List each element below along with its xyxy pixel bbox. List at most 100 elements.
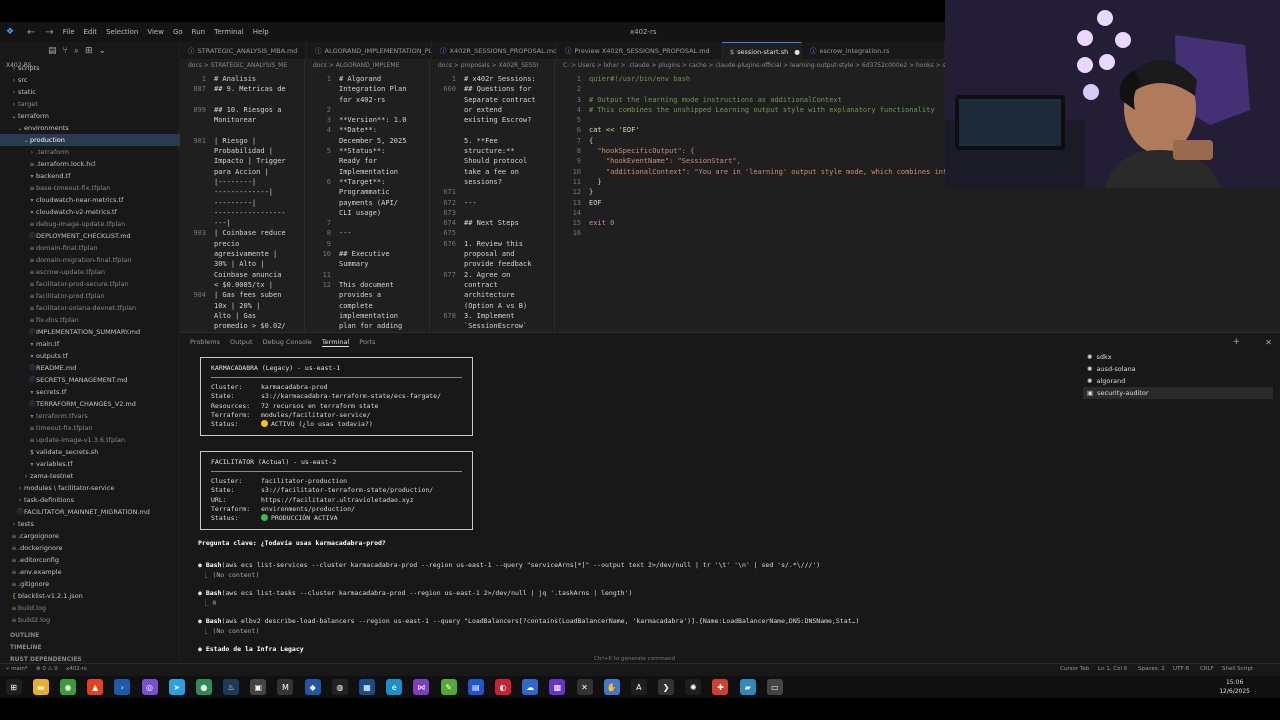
tree-item[interactable]: ≡escrow-update.tfplan [0,266,180,278]
tree-item[interactable]: {blacklist-v1.2.1.json [0,590,180,602]
terminal-instance[interactable]: ▣ security-auditor [1083,387,1273,399]
menu-go[interactable]: Go [173,28,183,36]
tree-item[interactable]: ≡timeout-fix.tfplan [0,422,180,434]
breadcrumb[interactable]: docs > STRATEGIC_ANALYSIS_ME [180,60,304,72]
tree-item[interactable]: ≡domain-migration-final.tfplan [0,254,180,266]
tree-item[interactable]: ▾ secrets.tf [0,386,180,398]
app-green-icon[interactable]: ◉ [59,679,76,695]
tab-problems[interactable]: Problems [190,338,220,346]
tree-item[interactable]: ≡facilitator-prod-secure.tfplan [0,278,180,290]
terminal-icon[interactable]: › [114,679,131,695]
tree-item[interactable]: ⌄production [0,134,180,146]
tree-item[interactable]: › scripts [0,62,180,74]
menu-run[interactable]: Run [192,28,205,36]
tree-item[interactable]: ⓘREADME.md [0,362,180,374]
tree-item[interactable]: › task-definitions [0,494,180,506]
tree-item[interactable]: ≡debug-image-update.tfplan [0,218,180,230]
tab-terminal[interactable]: Terminal [321,338,350,347]
app-dark-icon[interactable]: ▦ [359,679,376,695]
menu-terminal[interactable]: Terminal [214,28,244,36]
menu-edit[interactable]: Edit [84,28,98,36]
tree-item[interactable]: ⌄environments [0,122,180,134]
editor-tab[interactable]: ⓘ STRATEGIC_ANALYSIS_MBA.md [180,42,307,60]
unsaved-dot-icon[interactable]: ● [794,48,800,56]
terminal-output[interactable]: KARMACADABRA (Legacy) - us-east-1 Cluste… [180,351,1080,667]
editor-pane-algorand[interactable]: docs > ALGORAND_IMPLEME 1 # Algorand Integr… [305,60,430,332]
breadcrumb[interactable]: C: > Users > lxhxr > .claude > plugins >… [555,60,945,72]
editor-tab[interactable]: ⓘ escrow_integration.rs [802,42,945,60]
chrome-icon[interactable]: ● [195,679,212,695]
breadcrumb[interactable]: docs > ALGORAND_IMPLEME [305,60,429,72]
section-outline[interactable]: OUTLINE [0,630,180,642]
app-blue-icon[interactable]: ◆ [304,679,321,695]
section-timeline[interactable]: TIMELINE [0,642,180,654]
cursor-tab-status[interactable]: Cursor Tab [1060,666,1089,672]
obs-icon[interactable]: ◍ [331,679,348,695]
terminal-instance[interactable]: ✺ ausd-solana [1083,363,1273,375]
tree-item[interactable]: ≡.gitignore [0,578,180,590]
app-a-icon[interactable]: A [630,679,647,695]
tree-item[interactable]: ▾ cloudwatch-v2-metrics.tf [0,206,180,218]
tree-item[interactable]: ▾ main.tf [0,338,180,350]
source-control-icon[interactable]: ⑂ [63,46,68,56]
tree-item[interactable]: › tests [0,518,180,530]
breadcrumb[interactable]: docs > proposals > X402R_SESSI [430,60,554,72]
tree-item[interactable]: › modules \ facilitator-service [0,482,180,494]
tree-item[interactable]: ▾ terraform.tfvars [0,410,180,422]
editor-pane-sessions[interactable]: docs > proposals > X402R_SESSI 1 # x402r S… [430,60,555,332]
tab-output[interactable]: Output [230,338,253,346]
tree-item[interactable]: ▾ outputs.tf [0,350,180,362]
browser-icon[interactable]: ◎ [141,679,158,695]
terminal-instance[interactable]: ✺ sdkx [1083,351,1273,363]
tree-item[interactable]: ≡build2.log [0,614,180,626]
tree-item[interactable]: › target [0,98,180,110]
app-pen-icon[interactable]: ✎ [440,679,457,695]
tree-item[interactable]: ≡domain-final.tfplan [0,242,180,254]
tree-item[interactable]: ▾ backend.tf [0,170,180,182]
telegram-icon[interactable]: ➤ [168,679,185,695]
new-terminal-icon[interactable]: + [1232,337,1240,347]
menu-view[interactable]: View [147,28,164,36]
tree-item[interactable]: ▾ cloudwatch-near-metrics.tf [0,194,180,206]
branch-indicator[interactable]: ⑂ main* [6,666,28,672]
file-explorer-icon[interactable]: ▬ [32,679,49,695]
editor-tab[interactable]: ⓘ Preview X402R_SESSIONS_PROPOSAL.md [557,42,722,60]
app-purple-icon[interactable]: ▩ [549,679,566,695]
app-pad-icon[interactable]: ▰ [739,679,756,695]
vscode-icon[interactable]: ⋈ [413,679,430,695]
menu-file[interactable]: File [63,28,75,36]
spaces-status[interactable]: Spaces: 2 [1138,666,1165,672]
editor-tab[interactable]: ⓘALGORAND_IMPLEMENTATION_PLAN.md [307,42,432,60]
edge-icon[interactable]: e [386,679,403,695]
app-red-icon[interactable]: ◐ [494,679,511,695]
brave-icon[interactable]: ▲ [87,679,104,695]
search-icon[interactable]: ⌕ [74,46,79,56]
tab-ports[interactable]: Ports [359,338,375,346]
files-icon[interactable]: ▤ [48,46,57,56]
tree-item[interactable]: › .terraform [0,146,180,158]
app-cross-icon[interactable]: ✚ [712,679,729,695]
tree-item[interactable]: ⓘFACILITATOR_MAINNET_MIGRATION.md [0,506,180,518]
back-arrow-icon[interactable]: ← [27,27,35,38]
chevron-down-icon[interactable]: ⌄ [99,46,107,56]
tree-item[interactable]: › zama-testnet [0,470,180,482]
tree-item[interactable]: ▾ variables.tf [0,458,180,470]
extensions-icon[interactable]: ⊞ [85,46,93,56]
terminal-instance[interactable]: ✺ algorand [1083,375,1273,387]
tree-item[interactable]: ≡facilitator-prod.tfplan [0,290,180,302]
chatgpt-icon[interactable]: ✺ [685,679,702,695]
tree-item[interactable]: ≡.terraform.lock.hcl [0,158,180,170]
eol-status[interactable]: CRLF [1200,666,1214,672]
steam-icon[interactable]: ♨ [223,679,240,695]
app-cloud-icon[interactable]: ☁ [522,679,539,695]
tree-item[interactable]: ⓘIMPLEMENTATION_SUMMARY.md [0,326,180,338]
editor-pane-strategic[interactable]: docs > STRATEGIC_ANALYSIS_ME 1 # Analisis 8… [180,60,305,332]
tree-item[interactable]: ≡facilitator-solana-devnet.tfplan [0,302,180,314]
tree-item[interactable]: ≡.editorconfig [0,554,180,566]
cursor-icon[interactable]: ❯ [658,679,675,695]
app-x-icon[interactable]: ✕ [576,679,593,695]
tree-item[interactable]: ⓘSECRETS_MANAGEMENT.md [0,374,180,386]
tree-item[interactable]: ⓘDEPLOYMENT_CHECKLIST.md [0,230,180,242]
windows-start-icon[interactable]: ⊞ [5,679,22,695]
app-win-icon[interactable]: ▭ [766,679,783,695]
